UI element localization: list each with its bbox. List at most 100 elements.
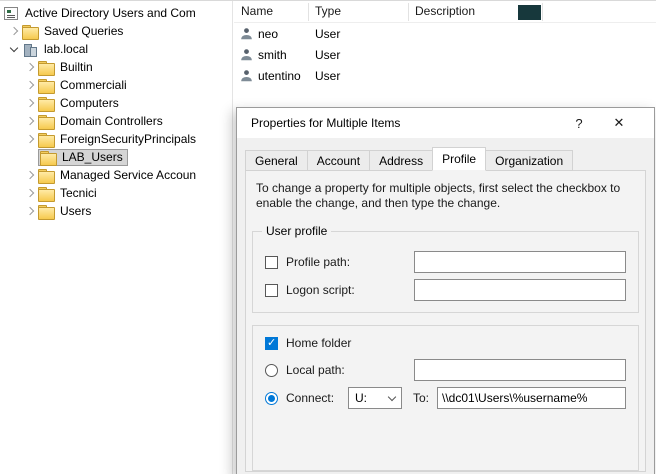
properties-dialog: Properties for Multiple Items ? ✕ Genera… xyxy=(236,107,655,474)
user-icon xyxy=(240,69,253,82)
object-name: smith xyxy=(258,48,287,62)
logon-script-label: Logon script: xyxy=(286,283,355,297)
tree-item-saved-queries[interactable]: Saved Queries xyxy=(0,22,232,40)
aduc-console-icon xyxy=(4,7,18,20)
object-type: User xyxy=(315,69,340,83)
drive-letter-select[interactable]: U: xyxy=(348,387,402,409)
connect-path-input[interactable] xyxy=(437,387,626,409)
object-type: User xyxy=(315,27,340,41)
tree-item-users[interactable]: Users xyxy=(0,202,232,220)
tree-item-foreignsecurityprincipals[interactable]: ForeignSecurityPrincipals xyxy=(0,130,232,148)
group-user-profile-title: User profile xyxy=(262,224,331,238)
column-separator[interactable] xyxy=(308,3,309,21)
tab-profile[interactable]: Profile xyxy=(432,147,486,171)
chevron-right-icon[interactable] xyxy=(22,136,38,142)
console-tree: Active Directory Users and Com Saved Que… xyxy=(0,1,233,474)
profile-path-checkbox[interactable] xyxy=(265,256,278,269)
dialog-titlebar: Properties for Multiple Items ? ✕ xyxy=(237,108,654,138)
connect-row: Connect: U: To: xyxy=(265,384,626,412)
to-label: To: xyxy=(413,391,429,405)
tree-item-builtin[interactable]: Builtin xyxy=(0,58,232,76)
instruction-text: To change a property for multiple object… xyxy=(256,181,633,211)
group-user-profile: User profile Profile path: Logon script: xyxy=(252,231,639,313)
profile-tab-page: To change a property for multiple object… xyxy=(245,170,646,472)
list-row-utentino[interactable]: utentino User xyxy=(234,65,656,86)
chevron-down-icon[interactable] xyxy=(6,47,22,51)
logon-script-row: Logon script: xyxy=(265,276,626,304)
column-separator[interactable] xyxy=(542,3,543,21)
chevron-right-icon[interactable] xyxy=(22,100,38,106)
chevron-right-icon[interactable] xyxy=(22,82,38,88)
local-path-input[interactable] xyxy=(414,359,626,381)
tree-item-label: Computers xyxy=(58,96,121,110)
tree-item-computers[interactable]: Computers xyxy=(0,94,232,112)
help-button[interactable]: ? xyxy=(570,113,588,133)
tree-item-tecnici[interactable]: Tecnici xyxy=(0,184,232,202)
profile-path-label: Profile path: xyxy=(286,255,350,269)
chevron-down-icon xyxy=(388,393,396,401)
home-folder-checkbox[interactable] xyxy=(265,337,278,350)
connect-radio[interactable] xyxy=(265,392,278,405)
chevron-right-icon[interactable] xyxy=(22,172,38,178)
tree-item-label: Managed Service Accoun xyxy=(58,168,198,182)
tree-item-label: Users xyxy=(58,204,93,218)
selected-tree-item: LAB_Users xyxy=(38,149,128,166)
list-header: Name Type Description xyxy=(234,1,656,23)
column-header-name[interactable]: Name xyxy=(241,4,273,18)
object-list: Name Type Description neo User smith Use… xyxy=(234,1,656,107)
chevron-right-icon[interactable] xyxy=(6,28,22,34)
domain-icon xyxy=(22,43,37,56)
column-header-type[interactable]: Type xyxy=(315,4,341,18)
column-separator[interactable] xyxy=(408,3,409,21)
chevron-right-icon[interactable] xyxy=(22,208,38,214)
list-row-neo[interactable]: neo User xyxy=(234,23,656,44)
logon-script-checkbox[interactable] xyxy=(265,284,278,297)
connect-label: Connect: xyxy=(286,391,348,405)
home-folder-row: Home folder xyxy=(265,330,626,356)
object-name: utentino xyxy=(258,69,301,83)
tab-account[interactable]: Account xyxy=(307,150,370,171)
list-row-smith[interactable]: smith User xyxy=(234,44,656,65)
group-home-folder: Home folder Local path: Connect: U: To: xyxy=(252,325,639,471)
folder-icon xyxy=(38,79,53,92)
folder-icon xyxy=(38,133,53,146)
folder-icon xyxy=(38,115,53,128)
chevron-right-icon[interactable] xyxy=(22,118,38,124)
folder-icon xyxy=(40,151,55,164)
chevron-right-icon[interactable] xyxy=(22,190,38,196)
tree-item-label: LAB_Users xyxy=(60,150,125,164)
tree-item-domain-controllers[interactable]: Domain Controllers xyxy=(0,112,232,130)
close-button[interactable]: ✕ xyxy=(610,113,628,133)
user-icon xyxy=(240,48,253,61)
tree-item-label: ForeignSecurityPrincipals xyxy=(58,132,198,146)
tree-item-label: Active Directory Users and Com xyxy=(23,6,198,20)
tree-item-commerciali[interactable]: Commerciali xyxy=(0,76,232,94)
user-icon xyxy=(240,27,253,40)
object-name: neo xyxy=(258,27,278,41)
profile-path-input[interactable] xyxy=(414,251,626,273)
tree-item-label: Builtin xyxy=(58,60,95,74)
tree-item-lab-users[interactable]: LAB_Users xyxy=(0,148,232,166)
tab-general[interactable]: General xyxy=(245,150,308,171)
tab-organization[interactable]: Organization xyxy=(485,150,573,171)
object-type: User xyxy=(315,48,340,62)
column-header-description[interactable]: Description xyxy=(415,4,475,18)
tree-item-label: Saved Queries xyxy=(42,24,125,38)
tree-item-label: Domain Controllers xyxy=(58,114,165,128)
tree-item-managed-service-accounts[interactable]: Managed Service Accoun xyxy=(0,166,232,184)
local-path-radio[interactable] xyxy=(265,364,278,377)
logon-script-input[interactable] xyxy=(414,279,626,301)
folder-icon xyxy=(22,25,37,38)
dark-accent-block xyxy=(518,5,541,20)
folder-icon xyxy=(38,187,53,200)
tree-item-active-directory-root[interactable]: Active Directory Users and Com xyxy=(0,4,232,22)
dialog-title: Properties for Multiple Items xyxy=(237,116,400,130)
tree-item-label: Commerciali xyxy=(58,78,129,92)
profile-path-row: Profile path: xyxy=(265,248,626,276)
tab-address[interactable]: Address xyxy=(369,150,433,171)
folder-icon xyxy=(38,97,53,110)
folder-icon xyxy=(38,61,53,74)
chevron-right-icon[interactable] xyxy=(22,64,38,70)
folder-icon xyxy=(38,169,53,182)
tree-item-lab-local[interactable]: lab.local xyxy=(0,40,232,58)
